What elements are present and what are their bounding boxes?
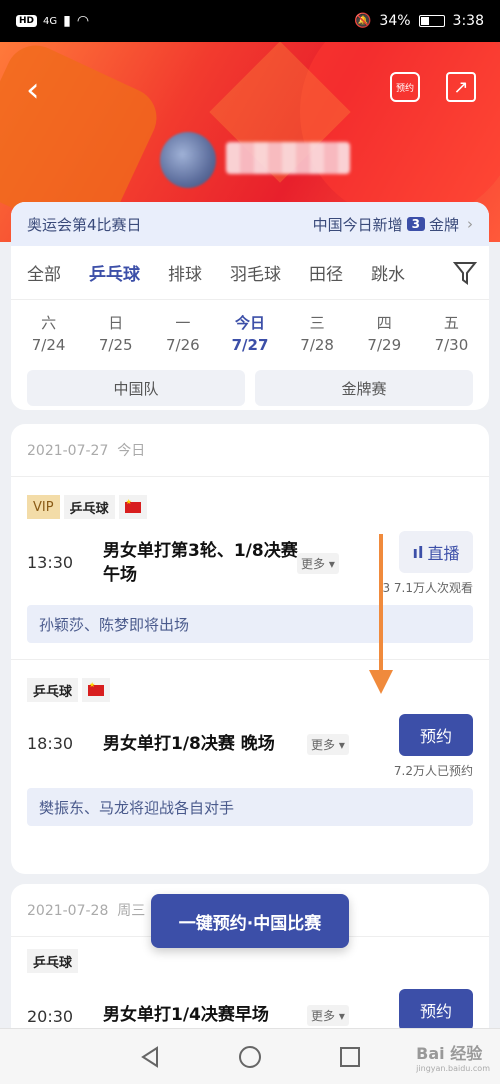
network-indicator: 4G (43, 15, 58, 27)
day-item-today[interactable]: 今日 7/27 (216, 312, 283, 356)
tab-volleyball[interactable]: 排球 (168, 260, 202, 285)
mute-icon: 🔕 (353, 13, 372, 29)
nav-recent-icon[interactable] (340, 1046, 361, 1067)
more-dropdown[interactable]: 更多 ▾ (307, 734, 349, 755)
live-bars-icon: ıl (412, 542, 424, 562)
day-item[interactable]: 日 7/25 (82, 312, 149, 356)
china-flag-icon (118, 495, 147, 519)
olympic-day-text: 奥运会第4比赛日 (27, 215, 142, 234)
scroll-down-arrow-icon (369, 534, 393, 694)
live-button[interactable]: ıl 直播 (399, 531, 473, 573)
gold-count-badge: 3 (406, 217, 425, 231)
more-dropdown[interactable]: 更多 ▾ (307, 1005, 349, 1026)
one-click-reserve-button[interactable]: 一键预约·中国比赛 (151, 894, 349, 948)
gold-match-filter[interactable]: 金牌赛 (255, 370, 473, 406)
match-tags: 乒乓球 (11, 949, 489, 973)
tab-badminton[interactable]: 羽毛球 (230, 260, 281, 285)
more-dropdown[interactable]: 更多 ▾ (297, 553, 339, 574)
tab-all[interactable]: 全部 (27, 260, 61, 285)
signal-icon: ▮ (63, 13, 71, 29)
blurred-name (226, 142, 350, 174)
china-team-filter[interactable]: 中国队 (27, 370, 245, 406)
sport-tag: 乒乓球 (63, 495, 115, 519)
match-note: 樊振东、马龙将迎战各自对手 (27, 788, 473, 826)
day-item[interactable]: 五 7/30 (418, 312, 485, 356)
sport-tag: 乒乓球 (27, 678, 79, 702)
sport-tabs: 全部 乒乓球 排球 羽毛球 田径 跳水 (11, 246, 489, 300)
tab-diving[interactable]: 跳水 (371, 260, 405, 285)
back-icon[interactable]: ‹ (26, 72, 56, 108)
match-title: 男女单打1/8决赛 晚场 (103, 734, 275, 754)
day-item[interactable]: 一 7/26 (149, 312, 216, 356)
match-item[interactable]: 18:30 男女单打1/8决赛 晚场 更多 ▾ 预约 7.2万人已预约 (11, 702, 489, 788)
wifi-icon: ◠ (76, 13, 90, 29)
china-new-text: 中国今日新增 (312, 215, 403, 234)
match-title: 男女单打第3轮、1/8决赛午场 (103, 541, 298, 585)
match-time: 20:30 (27, 1007, 74, 1026)
chevron-right-icon: › (467, 215, 473, 233)
match-time: 18:30 (27, 734, 74, 753)
share-icon[interactable]: ↗ (446, 72, 476, 102)
reserve-button[interactable]: 预约 (399, 714, 473, 756)
match-tags: 乒乓球 (11, 678, 489, 702)
schedule-filter-card: 奥运会第4比赛日 中国今日新增 3 金牌 › 全部 乒乓球 排球 羽毛球 田径 … (11, 202, 489, 410)
calendar-reserve-icon[interactable]: 预约 (390, 72, 420, 102)
sport-tag: 乒乓球 (27, 949, 79, 973)
status-bar: HD 4G ▮ ◠ 🔕 34% 3:38 (0, 0, 500, 42)
tab-table-tennis[interactable]: 乒乓球 (89, 260, 140, 285)
day-item[interactable]: 六 7/24 (15, 312, 82, 356)
day-selector: 六 7/24 日 7/25 一 7/26 今日 7/27 三 7/28 四 7/29 五 7/… (11, 300, 489, 356)
tab-athletics[interactable]: 田径 (309, 260, 343, 285)
gold-text: 金牌 (428, 215, 459, 234)
clock: 3:38 (452, 13, 484, 29)
match-note: 孙颖莎、陈梦即将出场 (27, 605, 473, 643)
match-tags: VIP 乒乓球 (11, 495, 489, 519)
nav-back-icon[interactable] (140, 1045, 160, 1068)
reserve-button[interactable]: 预约 (399, 989, 473, 1031)
schedule-card-today: 2021-07-27 今日 VIP 乒乓球 13:30 男女单打第3轮、1/8决… (11, 424, 489, 874)
section-date-header: 2021-07-27 今日 (11, 424, 489, 477)
day-item[interactable]: 四 7/29 (351, 312, 418, 356)
match-title: 男女单打1/4决赛早场 (103, 1005, 269, 1025)
china-flag-icon (82, 678, 111, 702)
filter-icon[interactable] (453, 260, 477, 286)
watermark-logo: Bai 经验 jingyan.baidu.com (416, 1044, 490, 1073)
nav-home-icon[interactable] (238, 1045, 261, 1068)
reserve-count: 7.2万人已预约 (393, 764, 473, 778)
hd-indicator: HD (16, 15, 38, 27)
match-item[interactable]: 13:30 男女单打第3轮、1/8决赛午场 更多 ▾ ıl 直播 3 7.1万人次… (11, 519, 489, 605)
day-item[interactable]: 三 7/28 (284, 312, 351, 356)
team-filters: 中国队 金牌赛 (11, 356, 489, 406)
battery-text: 34% (379, 13, 411, 29)
avatar (160, 132, 216, 188)
vip-badge: VIP (27, 495, 60, 519)
olympic-day-bar[interactable]: 奥运会第4比赛日 中国今日新增 3 金牌 › (11, 202, 489, 246)
match-time: 13:30 (27, 553, 74, 572)
battery-icon (418, 15, 445, 27)
view-count: 3 7.1万人次观看 (382, 581, 473, 595)
